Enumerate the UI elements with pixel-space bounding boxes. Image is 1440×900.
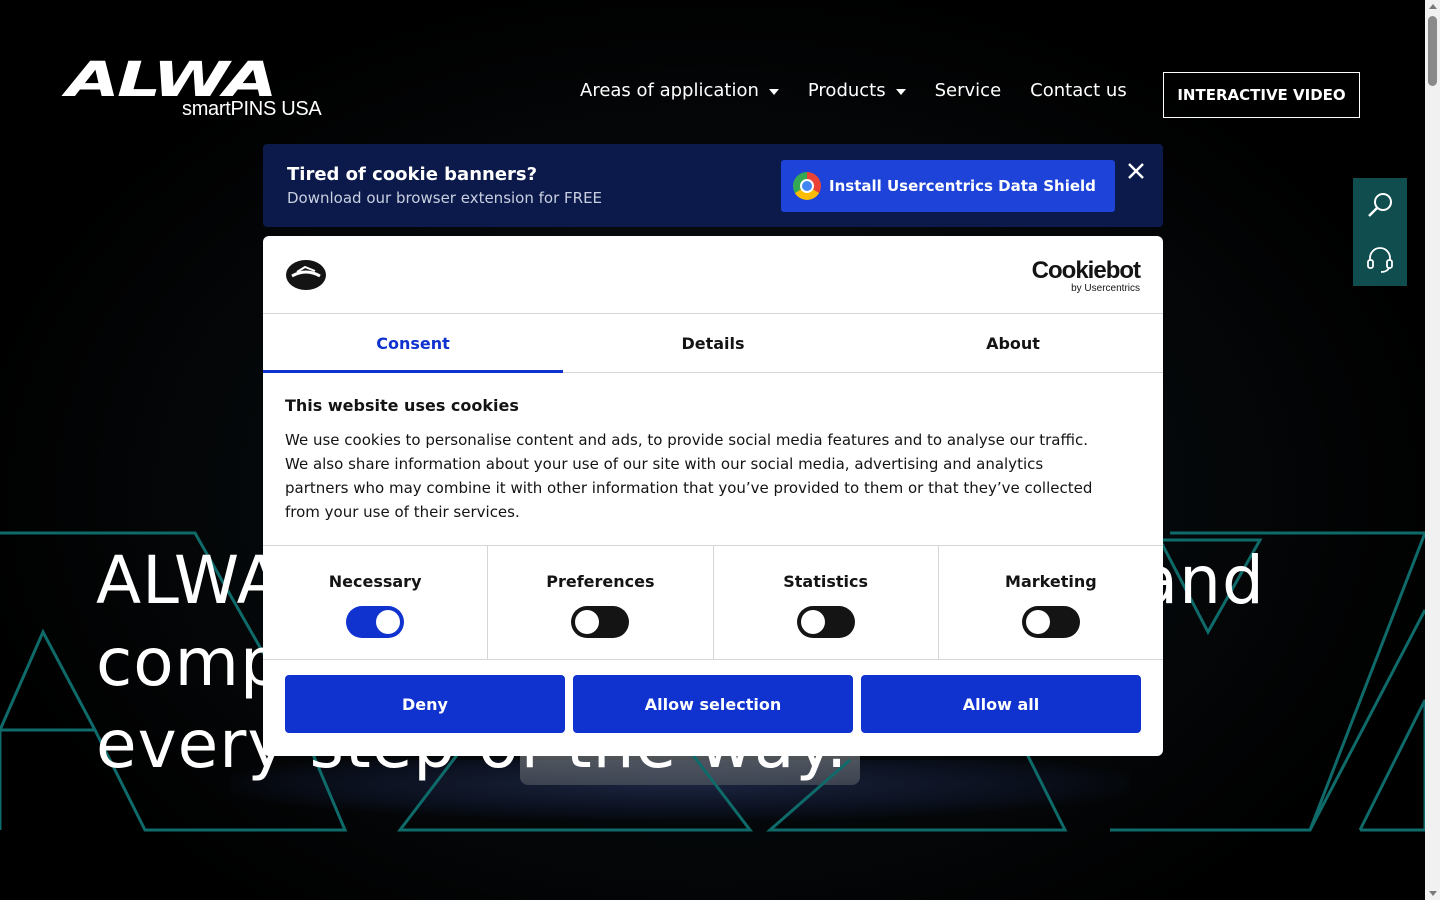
nav-service[interactable]: Service xyxy=(935,80,1002,101)
dialog-title: This website uses cookies xyxy=(285,396,519,415)
allow-all-button[interactable]: Allow all xyxy=(861,675,1141,733)
toggle-marketing: Marketing xyxy=(939,546,1163,659)
toggle-label: Necessary xyxy=(328,572,422,591)
nav-label: Areas of application xyxy=(580,80,759,101)
switch-knob xyxy=(376,610,401,634)
main-navigation: Areas of application Products Service Co… xyxy=(580,80,1156,101)
switch-knob xyxy=(575,610,600,634)
toggle-necessary: Necessary xyxy=(263,546,489,659)
scroll-up-arrow-icon[interactable] xyxy=(1429,4,1437,9)
headset-icon xyxy=(1367,247,1393,273)
switch-knob xyxy=(1025,610,1050,634)
consent-toggles: Necessary Preferences Statistics Marketi… xyxy=(263,545,1163,660)
dialog-header: Cookiebot by Usercentrics xyxy=(263,236,1163,314)
toggle-label: Marketing xyxy=(1005,572,1097,591)
tab-details[interactable]: Details xyxy=(563,314,863,372)
data-shield-banner: Tired of cookie banners? Download our br… xyxy=(263,144,1163,227)
toggle-label: Statistics xyxy=(783,572,868,591)
alwa-logo[interactable]: ALWA smartPINS USA xyxy=(66,52,330,122)
nav-label: Products xyxy=(807,80,886,101)
support-button[interactable] xyxy=(1353,232,1407,286)
cookie-consent-dialog: Cookiebot by Usercentrics Consent Detail… xyxy=(263,236,1163,756)
toggle-label: Preferences xyxy=(546,572,655,591)
cookiebot-wordmark: Cookiebot xyxy=(1031,257,1141,284)
side-tools xyxy=(1353,178,1407,286)
scroll-down-arrow-icon[interactable] xyxy=(1429,891,1437,896)
dialog-body: This website uses cookies We use cookies… xyxy=(285,396,1105,524)
nav-products[interactable]: Products xyxy=(808,80,906,101)
necessary-switch[interactable] xyxy=(346,606,405,638)
deny-button[interactable]: Deny xyxy=(285,675,565,733)
tab-consent[interactable]: Consent xyxy=(263,314,563,373)
hero-heading-line2-left: comp xyxy=(96,624,283,701)
nav-areas-of-application[interactable]: Areas of application xyxy=(580,80,779,101)
chevron-down-icon xyxy=(895,88,906,95)
logo-subtitle: smartPINS USA xyxy=(182,98,322,120)
banner-title: Tired of cookie banners? xyxy=(287,164,538,185)
toggle-preferences: Preferences xyxy=(488,546,714,659)
nav-contact-us[interactable]: Contact us xyxy=(1030,80,1127,101)
chevron-down-icon xyxy=(768,88,779,95)
banner-subtitle: Download our browser extension for FREE xyxy=(287,189,603,207)
tab-about[interactable]: About xyxy=(863,314,1163,372)
install-button-label: Install Usercentrics Data Shield xyxy=(829,177,1096,195)
dialog-tabs: Consent Details About xyxy=(263,314,1163,373)
toggle-statistics: Statistics xyxy=(714,546,939,659)
allow-selection-button[interactable]: Allow selection xyxy=(573,675,853,733)
marketing-switch[interactable] xyxy=(1021,606,1080,638)
site-logo-icon xyxy=(286,260,326,290)
dialog-description: We use cookies to personalise content an… xyxy=(285,431,1093,521)
close-icon[interactable] xyxy=(1125,160,1147,182)
cookiebot-byline: by Usercentrics xyxy=(1071,283,1140,294)
nav-label: Contact us xyxy=(1030,80,1127,101)
search-button[interactable] xyxy=(1353,178,1407,232)
interactive-video-button[interactable]: INTERACTIVE VIDEO xyxy=(1163,72,1360,118)
statistics-switch[interactable] xyxy=(796,606,855,638)
page-scrollbar[interactable] xyxy=(1425,0,1440,900)
hero-heading-line1-left: ALWA xyxy=(96,542,283,619)
search-icon xyxy=(1368,193,1392,217)
chrome-icon xyxy=(793,172,821,200)
scroll-thumb[interactable] xyxy=(1428,16,1437,86)
nav-label: Service xyxy=(934,80,1002,101)
dialog-actions: Deny Allow selection Allow all xyxy=(285,675,1141,733)
preferences-switch[interactable] xyxy=(571,606,630,638)
install-data-shield-button[interactable]: Install Usercentrics Data Shield xyxy=(781,160,1115,212)
logo-wordmark: ALWA xyxy=(66,52,278,108)
switch-knob xyxy=(800,610,825,634)
cookiebot-brand[interactable]: Cookiebot by Usercentrics xyxy=(1031,257,1141,294)
